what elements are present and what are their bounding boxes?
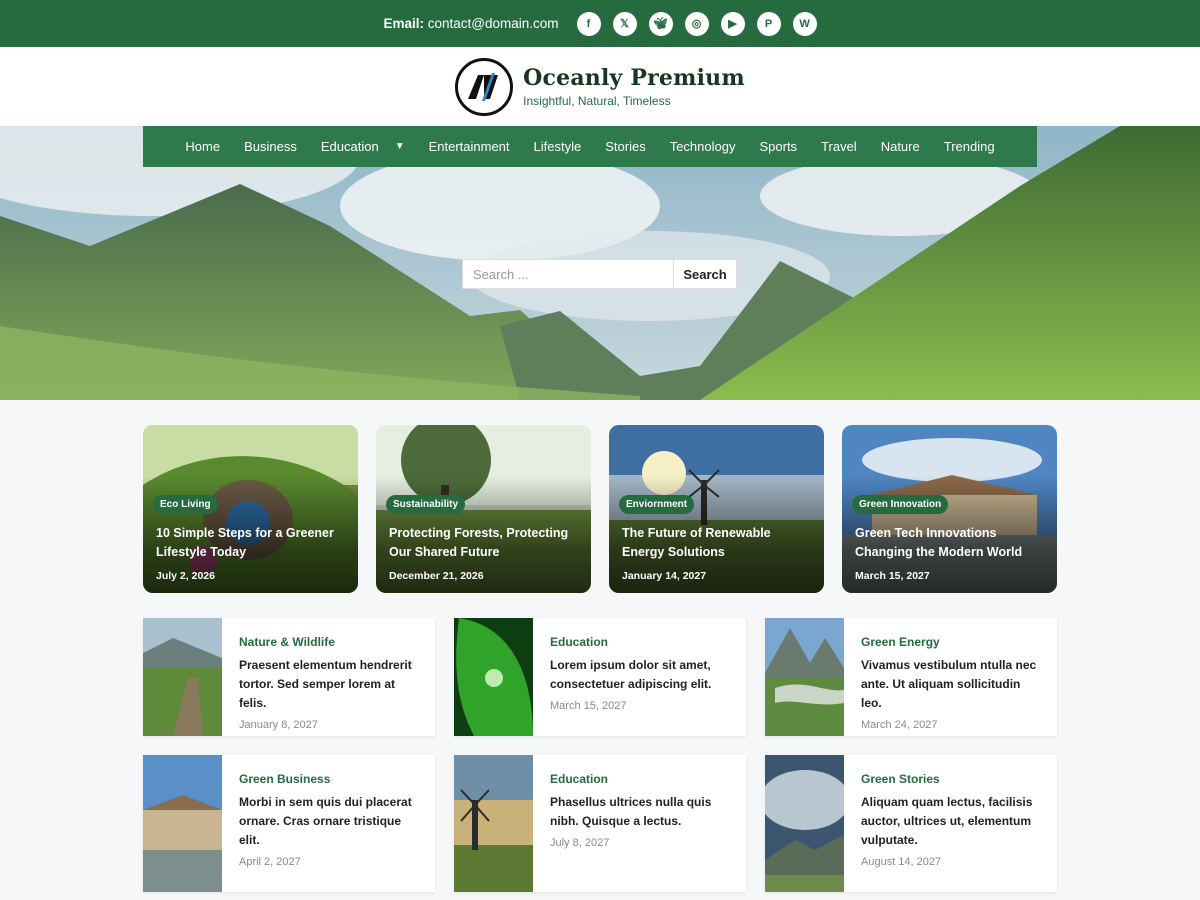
post-title[interactable]: Vivamus vestibulum ntulla nec ante. Ut a… [861, 656, 1041, 713]
nav-item-trending[interactable]: Trending [932, 139, 1007, 154]
post-date: April 2, 2027 [239, 856, 301, 868]
leaf-droplet-image [454, 618, 533, 736]
bluesky-icon[interactable]: 🦋︎ [648, 11, 673, 36]
nav-item-entertainment[interactable]: Entertainment [417, 139, 522, 154]
post-thumbnail[interactable] [765, 755, 844, 892]
instagram-icon[interactable]: ◎ [684, 11, 709, 36]
nav-item-technology[interactable]: Technology [658, 139, 748, 154]
post-category[interactable]: Green Business [239, 772, 419, 786]
post-category[interactable]: Education [550, 635, 730, 649]
category-badge[interactable]: Green Innovation [852, 495, 949, 514]
post-category[interactable]: Education [550, 772, 730, 786]
featured-title[interactable]: 10 Simple Steps for a Greener Lifestyle … [156, 524, 346, 562]
post-date: January 8, 2027 [239, 719, 318, 731]
search-input[interactable] [462, 259, 673, 289]
post-category[interactable]: Green Stories [861, 772, 1041, 786]
post-date: March 15, 2027 [550, 700, 627, 712]
nav-item-nature[interactable]: Nature [869, 139, 932, 154]
stormy-mountain-image [765, 755, 844, 892]
post-title[interactable]: Praesent elementum hendrerit tortor. Sed… [239, 656, 419, 713]
email-address[interactable]: contact@domain.com [428, 16, 559, 31]
featured-card[interactable]: Enviornment The Future of Renewable Ener… [609, 425, 824, 593]
list-item[interactable]: Green Stories Aliquam quam lectus, facil… [765, 755, 1057, 892]
post-title[interactable]: Aliquam quam lectus, facilisis auctor, u… [861, 793, 1041, 850]
site-header: Oceanly Premium Insightful, Natural, Tim… [0, 47, 1200, 126]
featured-title[interactable]: The Future of Renewable Energy Solutions [622, 524, 812, 562]
youtube-icon[interactable]: ▶ [720, 11, 745, 36]
search-form: Search [462, 259, 737, 289]
post-category[interactable]: Nature & Wildlife [239, 635, 419, 649]
featured-card[interactable]: Green Innovation Green Tech Innovations … [842, 425, 1057, 593]
nav-item-stories[interactable]: Stories [593, 139, 657, 154]
pinterest-icon[interactable]: P [756, 11, 781, 36]
category-badge[interactable]: Eco Living [153, 495, 218, 514]
post-category[interactable]: Green Energy [861, 635, 1041, 649]
category-badge[interactable]: Sustainability [386, 495, 466, 514]
x-icon[interactable]: 𝕏 [612, 11, 637, 36]
chevron-down-icon[interactable]: ▼ [395, 141, 405, 152]
post-thumbnail[interactable] [143, 618, 222, 736]
list-item[interactable]: Education Phasellus ultrices nulla quis … [454, 755, 746, 892]
mountain-lake-image [765, 618, 844, 736]
featured-date: March 15, 2027 [855, 570, 930, 582]
post-title[interactable]: Lorem ipsum dolor sit amet, consectetuer… [550, 656, 730, 694]
post-list: Nature & Wildlife Praesent elementum hen… [143, 618, 1057, 892]
featured-title[interactable]: Protecting Forests, Protecting Our Share… [389, 524, 579, 562]
post-thumbnail[interactable] [143, 755, 222, 892]
social-links: f 𝕏 🦋︎ ◎ ▶ P W [576, 11, 817, 36]
windmill-sunset-image [454, 755, 533, 892]
featured-title[interactable]: Green Tech Innovations Changing the Mode… [855, 524, 1045, 562]
site-title[interactable]: Oceanly Premium [523, 65, 745, 91]
post-title[interactable]: Morbi in sem quis dui placerat ornare. C… [239, 793, 419, 850]
featured-card[interactable]: Sustainability Protecting Forests, Prote… [376, 425, 591, 593]
valley-path-image [143, 618, 222, 736]
featured-date: January 14, 2027 [622, 570, 707, 582]
nav-item-travel[interactable]: Travel [809, 139, 869, 154]
logo-mark-icon [468, 72, 499, 101]
list-item[interactable]: Green Business Morbi in sem quis dui pla… [143, 755, 435, 892]
post-thumbnail[interactable] [454, 755, 533, 892]
site-logo[interactable] [455, 57, 514, 116]
post-date: March 24, 2027 [861, 719, 938, 731]
nav-item-business[interactable]: Business [232, 139, 309, 154]
wordpress-icon[interactable]: W [792, 11, 817, 36]
post-thumbnail[interactable] [454, 618, 533, 736]
post-thumbnail[interactable] [765, 618, 844, 736]
post-title[interactable]: Phasellus ultrices nulla quis nibh. Quis… [550, 793, 730, 831]
featured-date: December 21, 2026 [389, 570, 484, 582]
nav-item-home[interactable]: Home [173, 139, 232, 154]
site-tagline: Insightful, Natural, Timeless [523, 94, 671, 108]
category-badge[interactable]: Enviornment [619, 495, 695, 514]
featured-card[interactable]: Eco Living 10 Simple Steps for a Greener… [143, 425, 358, 593]
hero-banner: Home Business Education ▼ Entertainment … [0, 126, 1200, 400]
nav-item-sports[interactable]: Sports [747, 139, 809, 154]
list-item[interactable]: Education Lorem ipsum dolor sit amet, co… [454, 618, 746, 736]
search-button[interactable]: Search [673, 259, 737, 289]
main-navigation: Home Business Education ▼ Entertainment … [143, 126, 1037, 167]
post-date: July 8, 2027 [550, 837, 610, 849]
top-bar: Email: contact@domain.com f 𝕏 🦋︎ ◎ ▶ P W [0, 0, 1200, 47]
featured-posts: Eco Living 10 Simple Steps for a Greener… [143, 425, 1057, 593]
facebook-icon[interactable]: f [576, 11, 601, 36]
post-date: August 14, 2027 [861, 856, 942, 868]
nav-item-education-label: Education [320, 139, 379, 154]
list-item[interactable]: Green Energy Vivamus vestibulum ntulla n… [765, 618, 1057, 736]
featured-date: July 2, 2026 [156, 570, 215, 582]
nav-item-education[interactable]: Education ▼ [309, 139, 417, 154]
list-item[interactable]: Nature & Wildlife Praesent elementum hen… [143, 618, 435, 736]
email-label: Email: [383, 16, 424, 31]
house-garden-image [143, 755, 222, 892]
contact-email[interactable]: Email: contact@domain.com [383, 16, 558, 31]
nav-item-lifestyle[interactable]: Lifestyle [522, 139, 594, 154]
